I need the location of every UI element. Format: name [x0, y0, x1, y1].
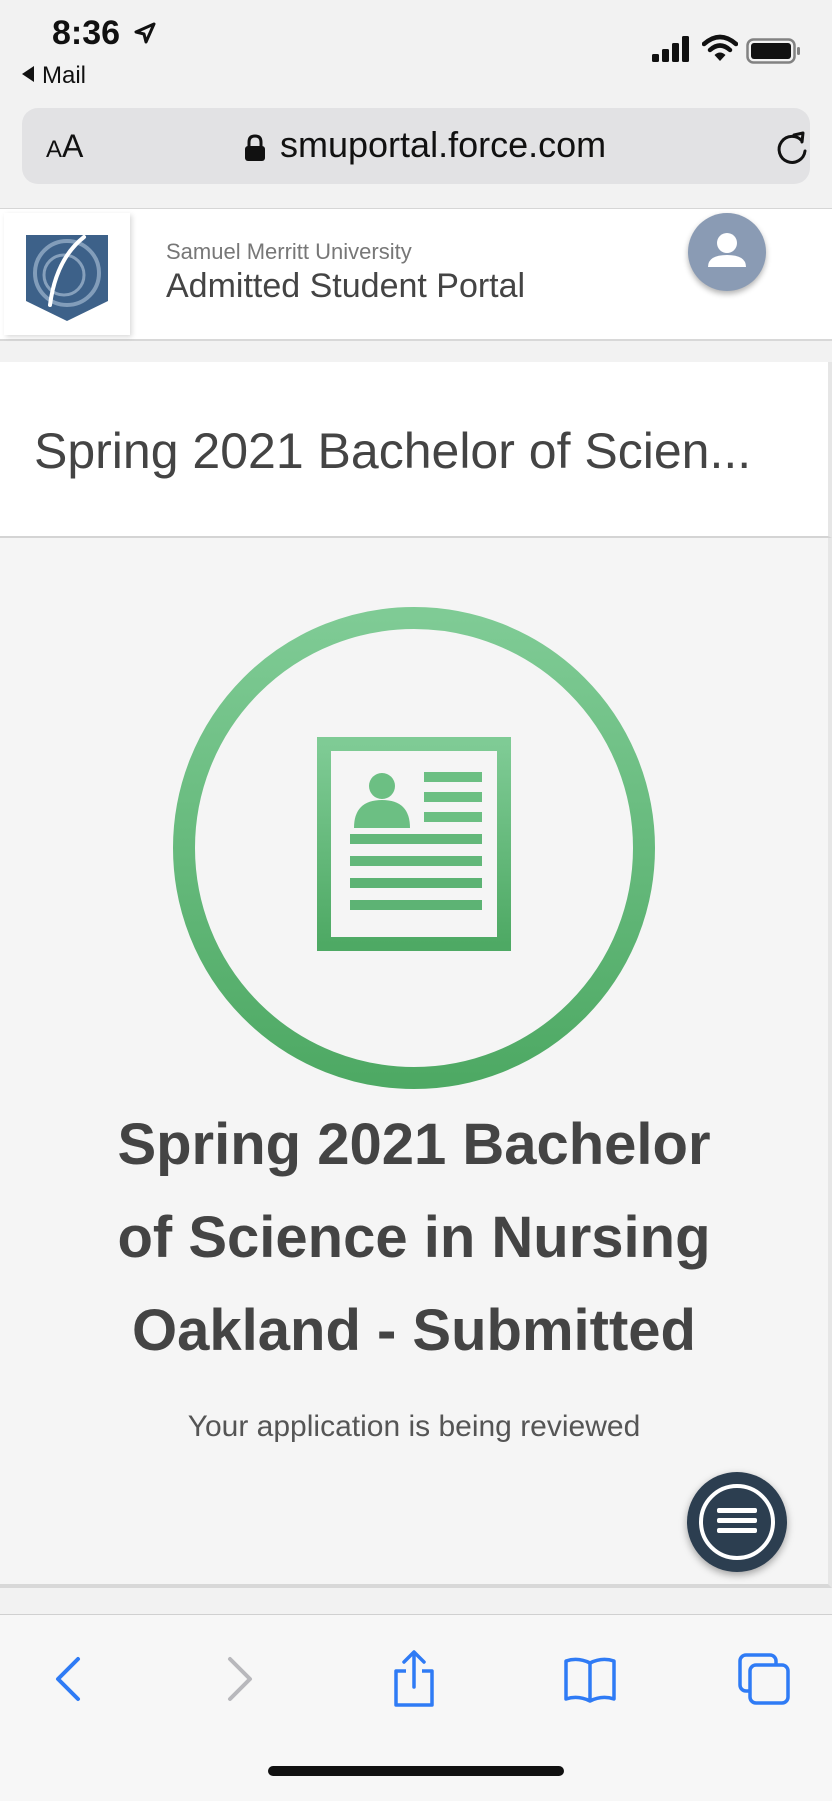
text-size-button[interactable]: AA — [46, 128, 83, 165]
url-text: smuportal.force.com — [280, 124, 607, 165]
status-message: Your application is being reviewed — [187, 1410, 641, 1443]
back-triangle-icon — [22, 66, 34, 82]
application-status-headline: Spring 2021 Bachelor of Science in Nursi… — [40, 1098, 788, 1377]
status-bar: 8:36 Mail — [0, 0, 832, 96]
wifi-icon — [702, 34, 738, 61]
battery-icon — [746, 38, 800, 64]
application-document-icon — [173, 607, 655, 1089]
signal-icon — [652, 36, 689, 62]
menu-button[interactable] — [687, 1472, 787, 1572]
text-size-large-label: A — [62, 128, 84, 164]
share-icon[interactable] — [384, 1649, 444, 1709]
bookmarks-icon[interactable] — [560, 1649, 620, 1709]
back-app-label: Mail — [42, 62, 87, 89]
user-avatar-icon[interactable] — [688, 213, 766, 291]
tabs-icon[interactable] — [734, 1649, 794, 1709]
back-icon[interactable] — [38, 1649, 98, 1709]
university-logo[interactable] — [4, 213, 130, 335]
back-to-mail-link[interactable]: Mail — [22, 62, 86, 90]
text-size-small-label: A — [46, 136, 63, 163]
university-name: Samuel Merritt University — [166, 239, 412, 264]
headline-line-1: Spring 2021 Bachelor — [117, 1112, 711, 1177]
address-bar[interactable]: AA smuportal.force.com — [22, 108, 810, 184]
menu-icon — [699, 1484, 775, 1560]
reload-icon[interactable] — [774, 128, 810, 166]
location-arrow-icon — [134, 22, 156, 44]
headline-line-2: of Science in Nursing — [117, 1205, 711, 1270]
status-time: 8:36 — [52, 14, 121, 52]
application-title-card: Spring 2021 Bachelor of Scien... — [0, 362, 832, 538]
headline-line-3: Oakland - Submitted — [132, 1298, 696, 1363]
site-header: Samuel Merritt University Admitted Stude… — [0, 208, 832, 341]
lock-icon — [245, 134, 265, 161]
portal-title: Admitted Student Portal — [166, 267, 526, 305]
application-status-panel: Spring 2021 Bachelor of Science in Nursi… — [0, 538, 832, 1588]
forward-icon[interactable] — [210, 1649, 270, 1709]
home-indicator[interactable] — [268, 1766, 564, 1776]
application-title: Spring 2021 Bachelor of Scien... — [34, 423, 752, 479]
